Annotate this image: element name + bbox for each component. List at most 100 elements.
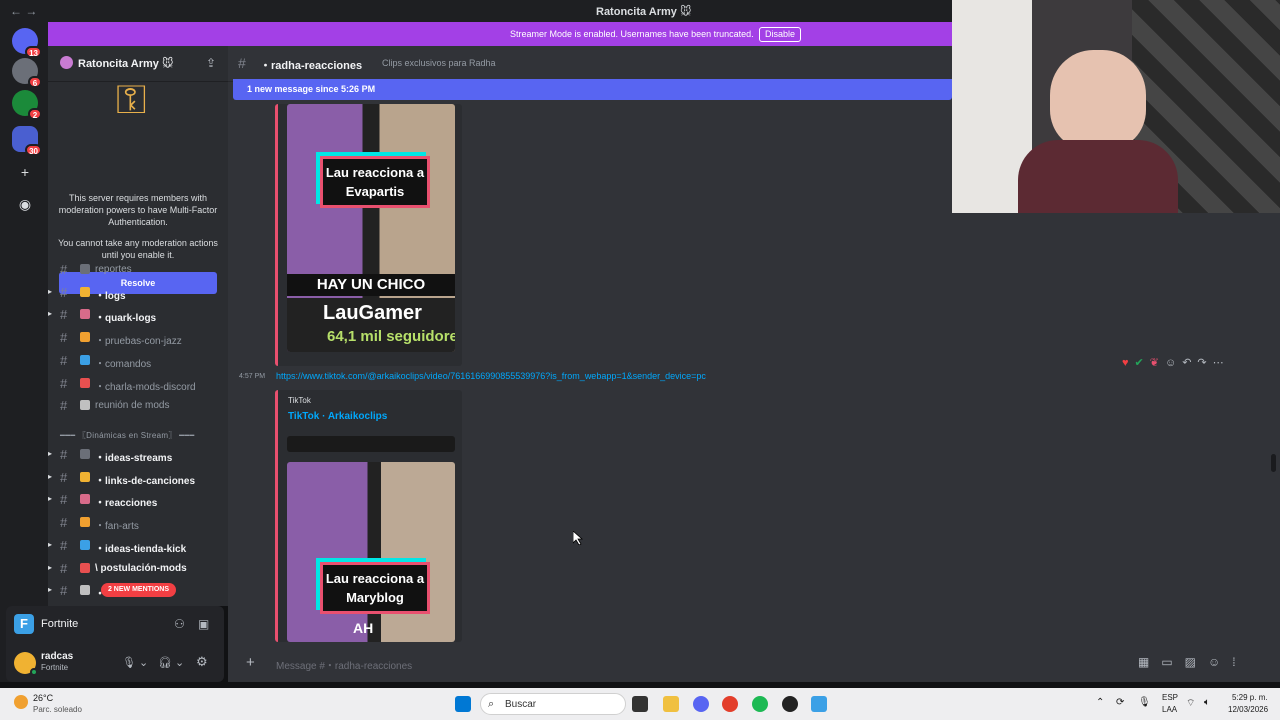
channel-item[interactable]: ▸ # \ postulación-mods [48, 559, 228, 579]
tray-overflow-icon[interactable]: ⌃ [1096, 697, 1104, 708]
category-header[interactable]: ━━━ 〖Dinámicas en Stream〗 ━━━ [60, 430, 195, 441]
video-thumbnail[interactable]: Lau reacciona a Maryblog AH [287, 462, 455, 642]
reply-icon[interactable]: ↶ [1182, 357, 1191, 369]
disable-streamer-mode-button[interactable]: Disable [759, 27, 801, 42]
channel-label: ・links-de-canciones [95, 475, 196, 487]
embed-title[interactable]: TikTok · Arkaikoclips [288, 411, 387, 422]
file-explorer-icon[interactable] [663, 696, 679, 712]
discord-taskbar-icon[interactable] [693, 696, 709, 712]
channel-item[interactable]: ▸ # ・quark-logs [48, 305, 228, 325]
channel-sidebar: Ratoncita Army 🐭 ⇪ ⚿ This server require… [48, 44, 228, 606]
channel-label: reunión de mods [95, 400, 170, 412]
invite-to-game-icon[interactable]: ⚇ [174, 617, 185, 631]
channel-topic[interactable]: Clips exclusivos para Radha [382, 58, 496, 68]
direct-messages-button[interactable]: 13 [12, 28, 42, 58]
tiktok-embed: TikTok TikTok · Arkaikoclips Lau reaccio… [275, 390, 462, 642]
channel-item[interactable]: # ・charla-mods-discord [48, 374, 228, 394]
weather-desc[interactable]: Parc. soleado [33, 705, 82, 714]
back-forward-icon[interactable]: ← → [10, 4, 37, 18]
add-reaction-icon[interactable]: ☺ [1165, 357, 1176, 369]
channel-emoji-icon [80, 471, 90, 482]
message-input[interactable]: Message #・radha-reacciones [276, 657, 412, 672]
obs-icon[interactable] [782, 696, 798, 712]
unread-badge: 2 [28, 108, 42, 120]
channel-item[interactable]: # ・pruebas-con-jazz [48, 328, 228, 348]
channel-item[interactable]: ▸ # ・ideas-tienda-kick [48, 536, 228, 556]
server-icon[interactable]: 6 [12, 58, 42, 88]
new-messages-bar[interactable]: 1 new message since 5:26 PM [233, 79, 952, 100]
message-composer[interactable]: + Message #・radha-reacciones ▦▭▨☺⁞ [238, 648, 1268, 676]
server-rail: 13 6 2 30 + ◉ [0, 22, 48, 682]
channel-label: ・quark-logs [95, 313, 157, 325]
tray-mic-icon[interactable]: 🎙︎ [1138, 697, 1151, 708]
channel-emoji-icon [80, 585, 90, 596]
mouse-cursor-icon [573, 531, 583, 545]
channel-item[interactable]: ▸ # ・ideas-streams [48, 445, 228, 465]
video-thumbnail[interactable]: Lau reacciona a Evapartis HAY UN CHICO L… [287, 104, 455, 352]
add-attachment-icon[interactable]: + [246, 654, 255, 671]
tray-app-icon[interactable]: ⟳ [1116, 697, 1124, 708]
unread-indicator-icon: ▸ [48, 562, 53, 572]
message-timestamp: 4:57 PM [239, 373, 266, 380]
gear-icon[interactable]: ⚙ [196, 654, 208, 670]
chrome-icon[interactable] [722, 696, 738, 712]
weather-temp[interactable]: 26°C [33, 693, 53, 703]
check-reaction-icon[interactable]: ✔ [1135, 357, 1144, 369]
channel-hash-icon: # [60, 352, 68, 368]
fortnite-icon: F [14, 614, 34, 634]
mfa-notice: ⚿ This server requires members with mode… [48, 78, 228, 264]
channel-item[interactable]: ▸ # ・logs [48, 283, 228, 303]
message-link[interactable]: https://www.tiktok.com/@arkaikoclips/vid… [276, 371, 706, 381]
task-view-icon[interactable] [632, 696, 648, 712]
webcam-person [1018, 140, 1178, 213]
channel-item[interactable]: ▸ # ・links-de-canciones [48, 468, 228, 488]
channel-label: ・ideas-tienda-kick [95, 543, 187, 555]
key-icon: ⚿ [116, 78, 147, 122]
forward-icon[interactable]: ↷ [1197, 357, 1206, 369]
microphone-icon[interactable]: 🎙︎ ⌄ [122, 656, 148, 669]
invite-people-icon[interactable]: ⇪ [206, 56, 216, 70]
hearts-reaction-icon[interactable]: ❦ [1150, 357, 1159, 369]
fortnite-taskbar-icon[interactable] [811, 696, 827, 712]
composer-tools-icons[interactable]: ▦▭▨☺⁞ [1138, 655, 1248, 669]
weather-icon[interactable] [14, 695, 28, 709]
video-header-strip [287, 436, 455, 452]
channel-item[interactable]: # reportes [48, 260, 228, 280]
server-header[interactable]: Ratoncita Army 🐭 ⇪ [48, 44, 228, 82]
streamer-mode-banner: Streamer Mode is enabled. Usernames have… [48, 22, 952, 46]
channel-item[interactable]: # ・fan-arts [48, 513, 228, 533]
channel-item[interactable]: ▸ # ・reacciones [48, 490, 228, 510]
channel-hash-icon: # [60, 560, 68, 576]
clock-date[interactable]: 12/03/2026 [1228, 705, 1268, 714]
thumbnail-caption: Lau reacciona a Evapartis [320, 156, 430, 208]
new-mentions-pill[interactable]: 2 NEW MENTIONS [101, 583, 176, 597]
add-server-icon[interactable]: + [18, 165, 32, 179]
server-icon[interactable]: 2 [12, 90, 42, 120]
channel-item[interactable]: # reunión de mods [48, 396, 228, 416]
more-icon[interactable]: ⋯ [1213, 357, 1224, 369]
channel-emoji-icon [80, 309, 90, 320]
activity-settings-icon[interactable]: ▣ [198, 617, 209, 631]
channel-emoji-icon [80, 539, 90, 550]
heart-reaction-icon[interactable]: ♥ [1122, 357, 1129, 369]
clock-time[interactable]: 5:29 p. m. [1232, 693, 1268, 702]
mfa-text-secondary: You cannot take any moderation actions u… [58, 238, 218, 260]
embed-provider: TikTok [288, 396, 311, 405]
explore-icon[interactable]: ◉ [18, 197, 32, 211]
headphones-icon[interactable]: 🎧︎ ⌄ [158, 656, 184, 669]
thumbnail-name: LauGamer [323, 302, 422, 324]
wifi-icon[interactable]: ⌔ [1186, 697, 1195, 710]
taskbar-search[interactable]: ⌕ Buscar [480, 693, 626, 715]
channel-label: ・fan-arts [95, 521, 139, 533]
server-icon-active[interactable]: 30 [12, 126, 42, 156]
volume-icon[interactable]: 🔈︎ [1204, 697, 1210, 708]
input-language[interactable]: ESP [1162, 693, 1178, 702]
unread-indicator-icon: ▸ [48, 309, 53, 319]
scrollbar-thumb[interactable] [1271, 454, 1276, 472]
online-status-icon [30, 668, 38, 676]
start-icon[interactable] [455, 696, 471, 712]
input-layout[interactable]: LAA [1162, 705, 1177, 714]
channel-item[interactable]: # ・comandos [48, 351, 228, 371]
spotify-icon[interactable] [752, 696, 768, 712]
channel-emoji-icon [80, 286, 90, 297]
